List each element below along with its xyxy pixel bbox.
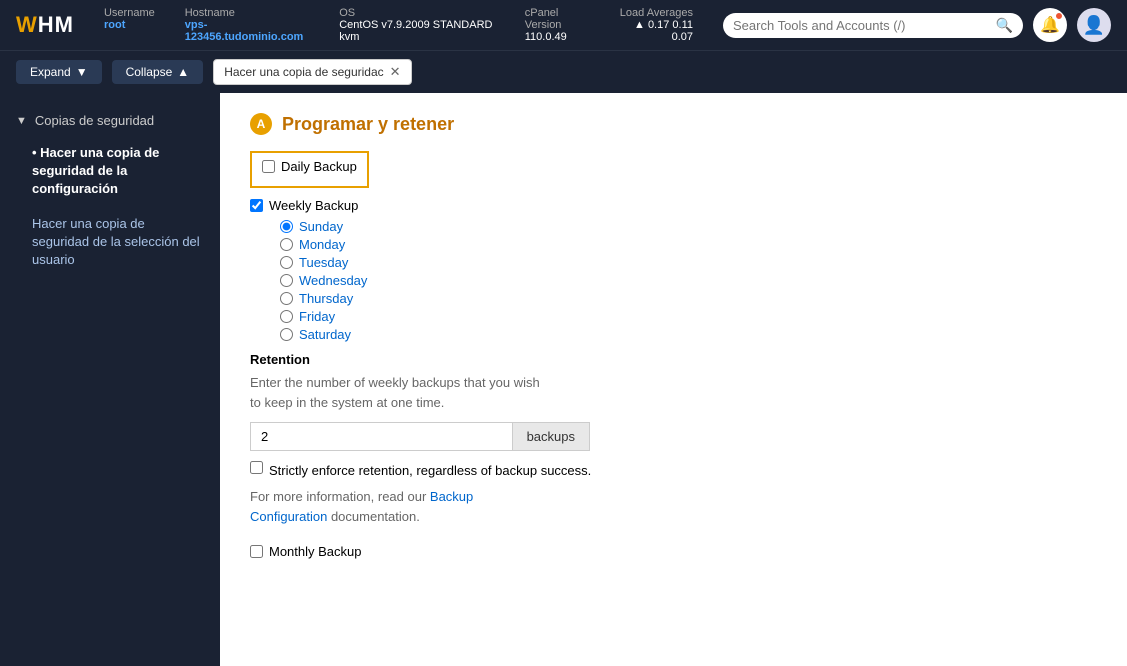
collapse-button[interactable]: Collapse ▲ xyxy=(112,60,204,84)
sidebar-item-config-backup[interactable]: Hacer una copia de seguridad de la confi… xyxy=(0,136,220,207)
retention-heading: Retention xyxy=(250,352,1097,367)
hostname-label: Hostname xyxy=(185,7,309,19)
section-title-text: Programar y retener xyxy=(282,114,454,135)
radio-sunday-input[interactable] xyxy=(280,220,293,233)
radio-tuesday: Tuesday xyxy=(280,255,1097,270)
radio-thursday: Thursday xyxy=(280,291,1097,306)
enforce-checkbox[interactable] xyxy=(250,461,263,474)
username-label: Username xyxy=(104,7,155,19)
hostname-info: Hostname vps-123456.tudominio.com xyxy=(185,7,309,43)
breadcrumb-tag: Hacer una copia de seguridac ✕ xyxy=(213,59,411,85)
sidebar-section-label: Copias de seguridad xyxy=(35,113,154,128)
topbar-right: 🔍 🔔 👤 xyxy=(723,8,1111,42)
retention-suffix-label: backups xyxy=(512,422,590,451)
radio-friday-label: Friday xyxy=(299,309,335,324)
system-info: Username root Hostname vps-123456.tudomi… xyxy=(104,7,693,43)
load-averages: Load Averages ▲ 0.17 0.11 0.07 xyxy=(619,7,693,43)
notification-dot xyxy=(1055,12,1063,20)
radio-sunday-label: Sunday xyxy=(299,219,343,234)
radio-monday-label: Monday xyxy=(299,237,345,252)
daily-backup-row: Daily Backup xyxy=(262,159,357,174)
close-breadcrumb-button[interactable]: ✕ xyxy=(390,64,401,80)
enforce-label: Strictly enforce retention, regardless o… xyxy=(269,461,591,481)
load-values: ▲ 0.17 0.11 0.07 xyxy=(619,19,693,43)
radio-saturday: Saturday xyxy=(280,327,1097,342)
topbar: WHM Username root Hostname vps-123456.tu… xyxy=(0,0,1127,50)
backup-config-link1[interactable]: Backup xyxy=(430,489,473,504)
daily-backup-highlight: Daily Backup xyxy=(250,151,369,188)
retention-description: Enter the number of weekly backups that … xyxy=(250,373,1097,412)
annotation-badge: A xyxy=(250,113,272,135)
weekly-backup-checkbox[interactable] xyxy=(250,199,263,212)
main-content: A Programar y retener Daily Backup Weekl… xyxy=(220,93,1127,666)
radio-monday: Monday xyxy=(280,237,1097,252)
secondbar: Expand ▼ Collapse ▲ Hacer una copia de s… xyxy=(0,50,1127,93)
daily-backup-checkbox[interactable] xyxy=(262,160,275,173)
os-value: CentOS v7.9.2009 STANDARD kvm xyxy=(339,19,495,43)
expand-button[interactable]: Expand ▼ xyxy=(16,60,102,84)
cpanel-label: cPanel Version xyxy=(525,7,590,31)
radio-tuesday-input[interactable] xyxy=(280,256,293,269)
radio-wednesday-input[interactable] xyxy=(280,274,293,287)
sidebar-arrow-icon: ▼ xyxy=(16,115,27,127)
notifications-button[interactable]: 🔔 xyxy=(1033,8,1067,42)
hostname-value: vps-123456.tudominio.com xyxy=(185,19,309,43)
monthly-backup-label: Monthly Backup xyxy=(269,544,362,559)
monthly-backup-checkbox[interactable] xyxy=(250,545,263,558)
retention-input[interactable] xyxy=(250,422,512,451)
radio-sunday: Sunday xyxy=(280,219,1097,234)
radio-saturday-input[interactable] xyxy=(280,328,293,341)
radio-tuesday-label: Tuesday xyxy=(299,255,348,270)
radio-wednesday: Wednesday xyxy=(280,273,1097,288)
section-header: A Programar y retener xyxy=(250,113,1097,135)
search-icon: 🔍 xyxy=(996,17,1013,34)
sidebar-item-user-backup[interactable]: Hacer una copia de seguridad de la selec… xyxy=(0,207,220,278)
os-info: OS CentOS v7.9.2009 STANDARD kvm xyxy=(339,7,495,43)
backup-config-link2[interactable]: Configuration xyxy=(250,509,327,524)
main-layout: ▼ Copias de seguridad Hacer una copia de… xyxy=(0,93,1127,666)
user-menu-button[interactable]: 👤 xyxy=(1077,8,1111,42)
enforce-retention-row: Strictly enforce retention, regardless o… xyxy=(250,461,1097,481)
radio-friday-input[interactable] xyxy=(280,310,293,323)
load-up-icon: ▲ xyxy=(634,19,645,31)
daily-backup-label: Daily Backup xyxy=(281,159,357,174)
load-label: Load Averages xyxy=(619,7,693,19)
radio-thursday-input[interactable] xyxy=(280,292,293,305)
sidebar: ▼ Copias de seguridad Hacer una copia de… xyxy=(0,93,220,666)
weekly-backup-row: Weekly Backup xyxy=(250,198,1097,213)
sidebar-section-copias[interactable]: ▼ Copias de seguridad xyxy=(0,105,220,136)
os-label: OS xyxy=(339,7,495,19)
breadcrumb-text: Hacer una copia de seguridac xyxy=(224,65,383,79)
search-container: 🔍 xyxy=(723,13,1023,38)
radio-thursday-label: Thursday xyxy=(299,291,353,306)
username-value: root xyxy=(104,19,155,31)
radio-saturday-label: Saturday xyxy=(299,327,351,342)
weekly-day-group: Sunday Monday Tuesday Wednesday Thursday… xyxy=(280,219,1097,342)
weekly-backup-label: Weekly Backup xyxy=(269,198,358,213)
radio-wednesday-label: Wednesday xyxy=(299,273,367,288)
radio-monday-input[interactable] xyxy=(280,238,293,251)
info-text: For more information, read our Backup Co… xyxy=(250,487,1097,529)
search-input[interactable] xyxy=(733,18,990,33)
monthly-backup-row: Monthly Backup xyxy=(250,544,1097,559)
whm-logo: WHM xyxy=(16,12,74,38)
retention-input-group: backups xyxy=(250,422,590,451)
username-info: Username root xyxy=(104,7,155,43)
cpanel-value: 110.0.49 xyxy=(525,31,590,43)
cpanel-info: cPanel Version 110.0.49 xyxy=(525,7,590,43)
radio-friday: Friday xyxy=(280,309,1097,324)
